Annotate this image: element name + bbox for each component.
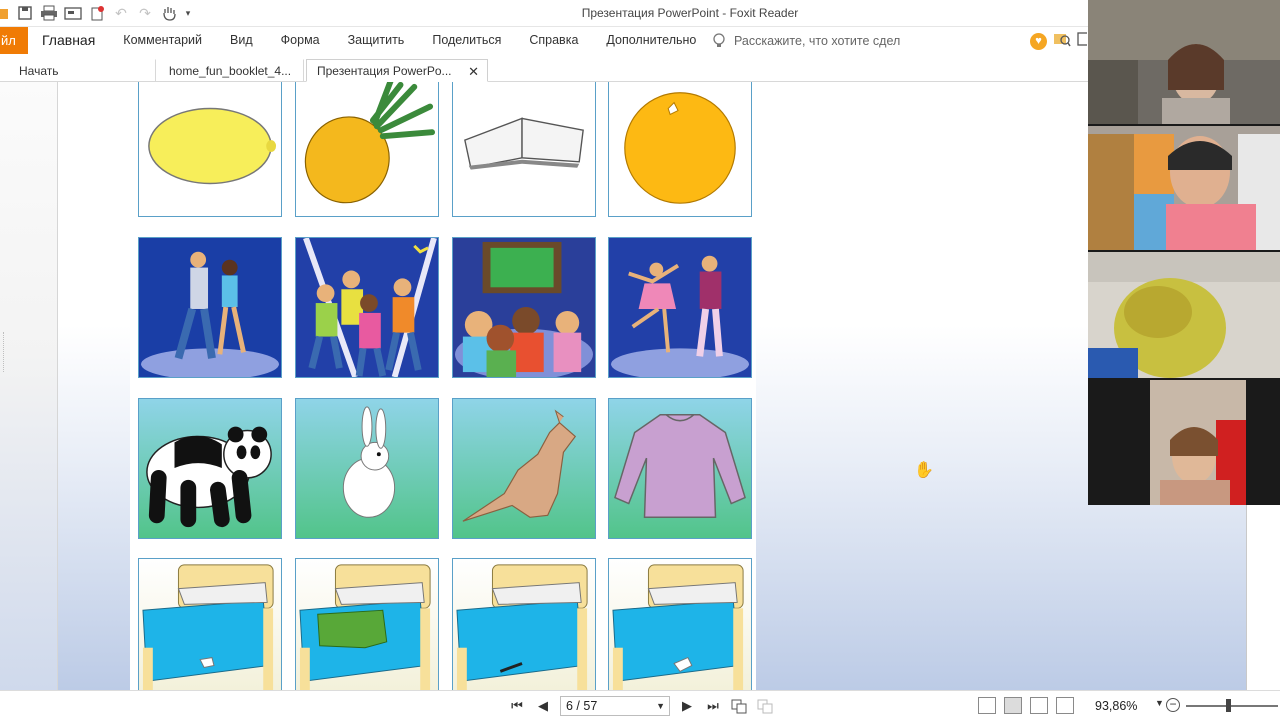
tab-booklet[interactable]: home_fun_booklet_4... [158,59,304,82]
heart-icon[interactable]: ♥ [1030,33,1047,50]
ribbon-right-icons: ♥ [1030,31,1091,52]
tab-label: Презентация PowerPo... [317,64,452,78]
vertical-scrollbar[interactable] [1246,504,1280,690]
hand-tool-icon[interactable] [160,4,178,22]
menu-protect[interactable]: Защитить [334,27,419,54]
zoom-out-icon[interactable]: − [1166,698,1180,712]
new-icon[interactable] [88,4,106,22]
menu-comment[interactable]: Комментарий [109,27,216,54]
zoom-dropdown-icon[interactable]: ▼ [1155,698,1164,708]
facing-view-icon[interactable] [1030,697,1048,714]
image-couple-dancing [138,237,282,378]
ribbon-menu: Главная Комментарий Вид Форма Защитить П… [28,27,710,54]
pdf-page [130,82,756,690]
tab-label: home_fun_booklet_4... [169,64,292,78]
first-page-icon[interactable]: ⏮ [508,696,526,716]
title-bar: ↶ ↷ ▾ Презентация PowerPoint - Foxit Rea… [0,0,1088,27]
navigation-panel [0,82,58,690]
image-lemon [138,82,282,217]
tell-me-box[interactable]: Расскажите, что хотите сдел [712,27,900,54]
chevron-down-icon[interactable]: ▼ [656,697,665,715]
next-view-icon[interactable] [756,696,774,716]
image-book [452,82,596,217]
tab-start[interactable]: Начать [8,59,156,82]
prev-page-icon[interactable]: ◀ [534,696,552,716]
zoom-level[interactable]: 93,86% [1095,699,1137,713]
image-children-watching-tv [452,237,596,378]
video-tile [1088,126,1280,250]
single-page-view-icon[interactable] [978,697,996,714]
print-icon[interactable] [40,4,58,22]
tell-me-placeholder: Расскажите, что хотите сдел [734,33,901,48]
panel-grip[interactable] [3,332,5,372]
save-icon[interactable] [16,4,34,22]
status-bar: ⏮ ◀ 6 / 57 ▼ ▶ ⏭ 93,86% ▼ − [0,690,1280,720]
video-tile [1088,380,1280,505]
file-tab[interactable]: йл [0,27,28,54]
ribbon: йл Главная Комментарий Вид Форма Защитит… [0,27,1091,54]
image-bed-sock [138,558,282,690]
page-navigation: ⏮ ◀ 6 / 57 ▼ ▶ ⏭ [508,696,774,716]
quick-access-toolbar: ↶ ↷ ▾ [0,4,192,22]
image-bed-sock-floor [608,558,752,690]
view-mode-buttons [978,697,1074,714]
menu-form[interactable]: Форма [267,27,334,54]
document-tab-strip: Начать home_fun_booklet_4... Презентация… [0,57,1088,82]
menu-share[interactable]: Поделиться [418,27,515,54]
menu-view[interactable]: Вид [216,27,267,54]
image-orange [608,82,752,217]
menu-home[interactable]: Главная [28,27,109,54]
next-page-icon[interactable]: ▶ [678,696,696,716]
video-tile [1088,0,1280,124]
redo-icon[interactable]: ↷ [136,4,154,22]
undo-icon[interactable]: ↶ [112,4,130,22]
image-panda [138,398,282,539]
video-call-panel [1088,0,1280,505]
image-kangaroo [452,398,596,539]
folder-icon[interactable] [0,4,10,22]
page-number-value: 6 / 57 [566,699,598,713]
previous-view-icon[interactable] [730,696,748,716]
screenshot-icon[interactable] [64,4,82,22]
continuous-view-icon[interactable] [1004,697,1022,714]
dropdown-icon[interactable]: ▾ [184,4,192,22]
lightbulb-icon [712,32,726,49]
image-bed-pencil [452,558,596,690]
zoom-slider-thumb[interactable] [1226,699,1231,712]
image-bed-clothes [295,558,439,690]
hand-cursor-icon: ✋ [914,462,934,479]
window-icon[interactable] [1077,31,1091,52]
video-tile [1088,252,1280,378]
image-disco-dancing [295,237,439,378]
tab-label: Начать [19,64,59,78]
last-page-icon[interactable]: ⏭ [704,696,722,716]
menu-advanced[interactable]: Дополнительно [592,27,710,54]
continuous-facing-view-icon[interactable] [1056,697,1074,714]
tab-presentation[interactable]: Презентация PowerPo... ✕ [306,59,488,82]
search-folder-icon[interactable] [1053,31,1071,52]
close-icon[interactable]: ✕ [468,60,479,83]
zoom-slider[interactable] [1186,705,1278,707]
page-number-field[interactable]: 6 / 57 ▼ [560,696,670,716]
image-pineapple [295,82,439,217]
image-ballet [608,237,752,378]
image-rabbit [295,398,439,539]
menu-help[interactable]: Справка [515,27,592,54]
image-jumper [608,398,752,539]
